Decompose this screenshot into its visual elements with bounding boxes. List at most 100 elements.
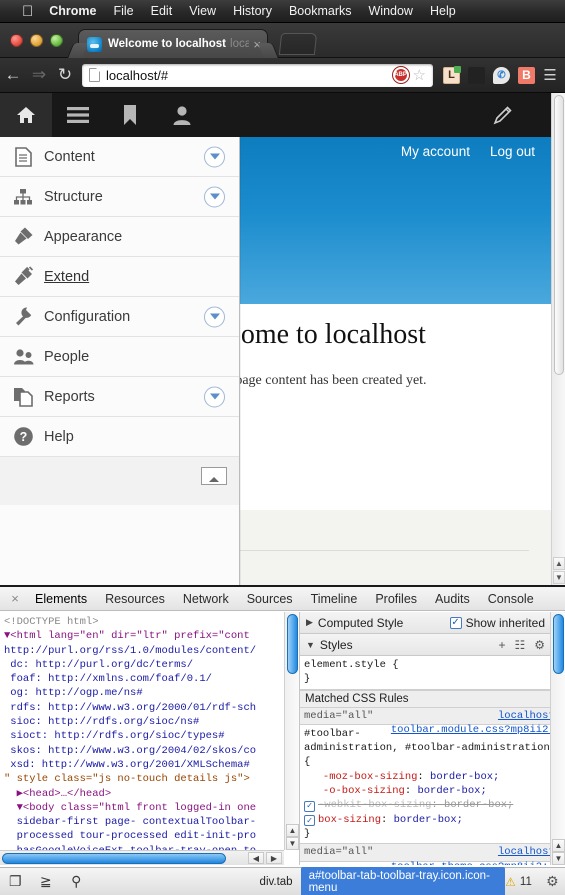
- declaration-value[interactable]: border-box;: [444, 799, 513, 811]
- devtools-tab-console[interactable]: Console: [479, 592, 543, 606]
- chat-extension-icon[interactable]: ✆: [493, 66, 510, 84]
- tray-item-help[interactable]: ? Help: [0, 417, 239, 457]
- dom-line[interactable]: ▶<head>…</head>: [4, 788, 112, 800]
- tray-item-appearance[interactable]: Appearance: [0, 217, 239, 257]
- zoom-window-button[interactable]: [50, 34, 63, 47]
- styles-vscroll-arrows[interactable]: ▲ ▼: [552, 839, 565, 865]
- back-icon[interactable]: ←: [0, 65, 26, 85]
- browser-tab[interactable]: Welcome to localhost loca ×: [78, 29, 268, 58]
- menu-item-help[interactable]: Help: [430, 4, 456, 18]
- dom-hscroll-thumb[interactable]: [2, 853, 226, 864]
- devtools-tab-audits[interactable]: Audits: [426, 592, 479, 606]
- page-info-icon[interactable]: [89, 68, 100, 82]
- styles-settings-button[interactable]: ⚙: [534, 638, 545, 652]
- tray-item-content[interactable]: Content: [0, 137, 239, 177]
- dom-scroll-down-button[interactable]: ▼: [286, 837, 299, 850]
- reload-icon[interactable]: ↻: [52, 65, 78, 85]
- chevron-down-icon[interactable]: [204, 186, 225, 207]
- tray-item-people[interactable]: People: [0, 337, 239, 377]
- add-rule-button[interactable]: +: [498, 638, 505, 652]
- minimize-window-button[interactable]: [30, 34, 43, 47]
- chevron-right-icon[interactable]: ▶: [306, 617, 313, 628]
- menu-item-history[interactable]: History: [233, 4, 272, 18]
- new-tab-button[interactable]: [278, 33, 318, 55]
- tray-item-extend[interactable]: Extend: [0, 257, 239, 297]
- styles-vertical-scrollbar[interactable]: ▲ ▼: [550, 612, 565, 865]
- devtools-tab-timeline[interactable]: Timeline: [302, 592, 367, 606]
- tray-item-reports[interactable]: Reports: [0, 377, 239, 417]
- dom-scroll-up-button[interactable]: ▲: [286, 824, 299, 837]
- devtools-tab-elements[interactable]: Elements: [26, 592, 96, 606]
- squares-extension-icon[interactable]: [468, 66, 485, 84]
- menu-item-edit[interactable]: Edit: [151, 4, 173, 18]
- devtools-tab-network[interactable]: Network: [174, 592, 238, 606]
- breadcrumb-parent[interactable]: div.tab: [252, 876, 301, 888]
- menu-item-file[interactable]: File: [113, 4, 133, 18]
- styles-pane[interactable]: ▶ Computed Style ✓ Show inherited ▼ Styl…: [300, 612, 565, 865]
- lastpass-extension-icon[interactable]: L: [443, 65, 461, 84]
- dom-hscroll-arrows[interactable]: ◀ ▶: [248, 852, 282, 864]
- close-window-button[interactable]: [10, 34, 23, 47]
- my-account-link[interactable]: My account: [401, 144, 470, 159]
- scroll-up-button[interactable]: ▲: [553, 557, 565, 570]
- checkbox-icon[interactable]: ✓: [449, 616, 462, 629]
- dom-scroll-left-button[interactable]: ◀: [248, 852, 264, 864]
- drupal-toolbar-account[interactable]: [156, 93, 208, 137]
- chevron-down-icon[interactable]: [204, 146, 225, 167]
- page-scrollbar-thumb[interactable]: [554, 95, 564, 375]
- chrome-menu-icon[interactable]: ☰: [539, 66, 561, 84]
- element-style-rule[interactable]: element.style { }: [300, 656, 565, 690]
- scroll-down-button[interactable]: ▼: [553, 571, 565, 584]
- search-icon[interactable]: ⚲: [61, 873, 92, 890]
- styles-vscroll-thumb[interactable]: [553, 614, 564, 674]
- log-out-link[interactable]: Log out: [490, 144, 535, 159]
- styles-header[interactable]: ▼ Styles + ☷ ⚙: [300, 634, 565, 656]
- orientation-toggle-icon[interactable]: [201, 467, 227, 485]
- rule-source-file-1[interactable]: toolbar.module.css?mp8ii2:8: [391, 723, 561, 737]
- menu-item-view[interactable]: View: [189, 4, 216, 18]
- address-bar[interactable]: localhost/# ABP ☆: [82, 63, 433, 87]
- rule-source-file-2[interactable]: toolbar.theme.css?mp8ii2:40: [391, 860, 561, 865]
- dom-vscroll-thumb[interactable]: [287, 614, 298, 674]
- declaration-checkbox[interactable]: ✓: [304, 815, 315, 827]
- forward-icon[interactable]: ⇒: [26, 65, 52, 85]
- element-state-button[interactable]: ☷: [514, 638, 525, 652]
- dom-vertical-scrollbar[interactable]: ▲ ▼: [284, 612, 299, 850]
- close-tab-icon[interactable]: ×: [249, 37, 261, 52]
- devtools-tab-sources[interactable]: Sources: [238, 592, 302, 606]
- tray-item-configuration[interactable]: Configuration: [0, 297, 239, 337]
- menu-item-bookmarks[interactable]: Bookmarks: [289, 4, 352, 18]
- dom-scroll-right-button[interactable]: ▶: [266, 852, 282, 864]
- menu-item-window[interactable]: Window: [369, 4, 413, 18]
- declaration-value[interactable]: border-box;: [430, 771, 499, 783]
- adblock-plus-icon[interactable]: ABP: [392, 67, 409, 83]
- declaration-value[interactable]: border-box;: [417, 785, 486, 797]
- declaration-property[interactable]: -moz-box-sizing: [323, 771, 418, 783]
- drupal-toolbar-shortcuts[interactable]: [104, 93, 156, 137]
- dom-tree-pane[interactable]: <!DOCTYPE html> ▼<html lang="en" dir="lt…: [0, 612, 300, 865]
- declaration-property[interactable]: box-sizing: [318, 814, 381, 826]
- bookmark-star-icon[interactable]: ☆: [413, 66, 426, 84]
- tray-item-structure[interactable]: Structure: [0, 177, 239, 217]
- gear-icon[interactable]: ⚙: [540, 873, 565, 890]
- dom-line[interactable]: ▼<body class="html front logged-in one: [4, 802, 256, 814]
- chevron-down-icon[interactable]: ▼: [306, 640, 315, 650]
- warning-counter[interactable]: ⚠ 11: [505, 875, 540, 889]
- console-drawer-icon[interactable]: ≧: [31, 873, 62, 890]
- breadcrumb-selected[interactable]: a#toolbar-tab-toolbar-tray.icon.icon-men…: [300, 866, 506, 895]
- dom-vscroll-arrows[interactable]: ▲ ▼: [286, 824, 299, 850]
- drupal-toolbar-manage[interactable]: [52, 93, 104, 137]
- apple-logo-icon[interactable]: : [22, 4, 33, 19]
- devtools-tab-resources[interactable]: Resources: [96, 592, 174, 606]
- page-scrollbar[interactable]: ▲ ▼: [551, 93, 565, 585]
- declaration-property[interactable]: -o-box-sizing: [323, 785, 405, 797]
- declaration-property[interactable]: -webkit-box-sizing: [318, 799, 431, 811]
- styles-scroll-down-button[interactable]: ▼: [552, 852, 565, 865]
- show-inherited-checkbox[interactable]: ✓ Show inherited: [449, 616, 565, 630]
- chevron-down-icon[interactable]: [204, 386, 225, 407]
- chevron-down-icon[interactable]: [204, 306, 225, 327]
- devtools-tab-profiles[interactable]: Profiles: [366, 592, 426, 606]
- styles-scroll-up-button[interactable]: ▲: [552, 839, 565, 852]
- menu-item-chrome[interactable]: Chrome: [49, 4, 96, 18]
- dock-icon[interactable]: ❐: [0, 873, 31, 890]
